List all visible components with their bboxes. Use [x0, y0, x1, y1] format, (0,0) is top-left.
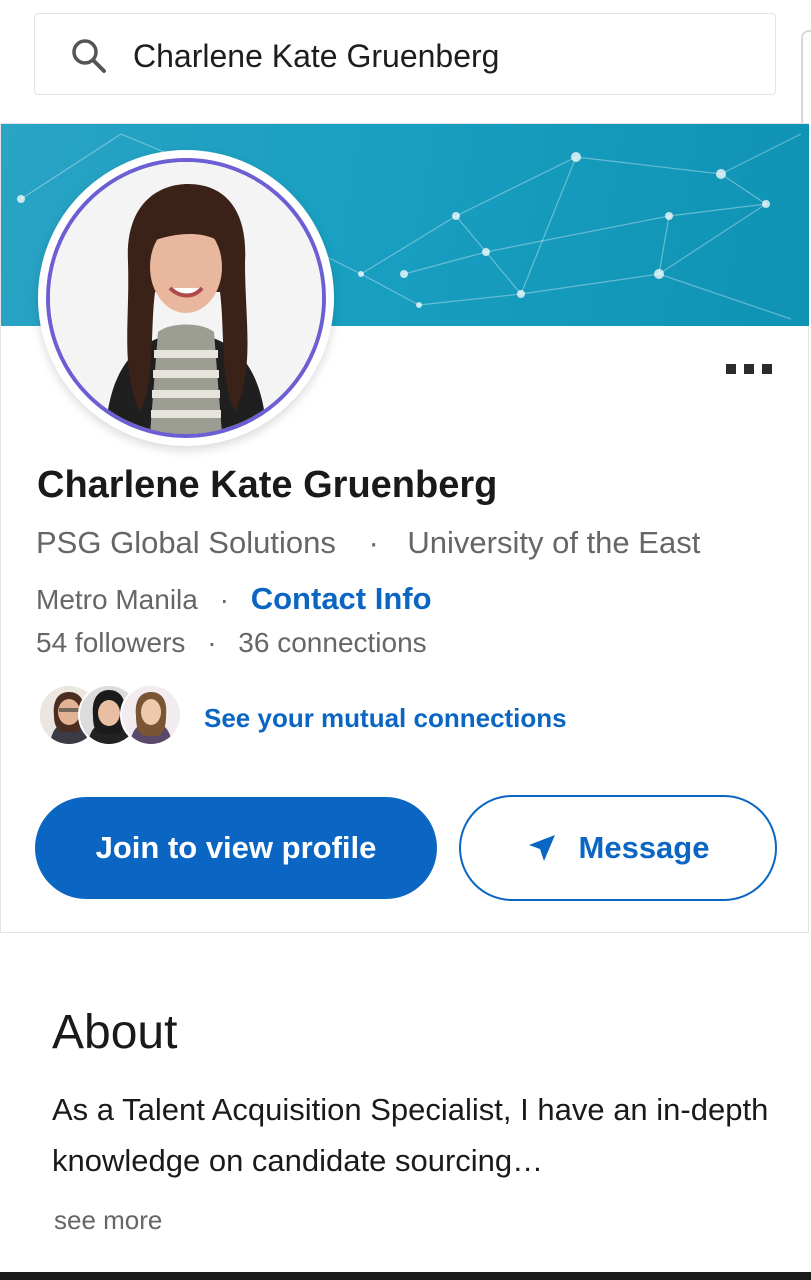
message-button-label: Message: [578, 830, 710, 865]
more-options-icon[interactable]: [726, 363, 772, 375]
profile-photo[interactable]: [38, 150, 334, 446]
headline-line: PSG Global Solutions · University of the…: [36, 523, 700, 563]
mutual-avatar: [120, 684, 182, 746]
join-to-view-profile-button[interactable]: Join to view profile: [35, 797, 437, 899]
separator: ·: [219, 584, 229, 615]
separator: ·: [368, 525, 379, 560]
separator: ·: [207, 627, 217, 658]
company-name[interactable]: PSG Global Solutions: [36, 525, 336, 560]
search-bar[interactable]: Charlene Kate Gruenberg: [34, 13, 776, 95]
profile-name: Charlene Kate Gruenberg: [37, 464, 498, 506]
join-button-label: Join to view profile: [95, 830, 377, 865]
followers-count: 54 followers: [36, 627, 186, 658]
location: Metro Manila: [36, 584, 198, 615]
see-more-link[interactable]: see more: [54, 1202, 162, 1238]
bottom-edge: [0, 1272, 811, 1280]
about-heading: About: [52, 1006, 178, 1059]
scroll-edge: [801, 30, 811, 127]
search-icon: [72, 39, 106, 73]
connections-count: 36 connections: [238, 627, 427, 658]
message-button[interactable]: Message: [459, 795, 777, 901]
send-icon: [528, 835, 555, 861]
avatar: [46, 158, 326, 438]
school-name[interactable]: University of the East: [407, 525, 700, 560]
see-mutual-connections-link[interactable]: See your mutual connections: [204, 700, 567, 736]
mutual-connections-avatars[interactable]: [38, 684, 188, 750]
search-input[interactable]: Charlene Kate Gruenberg: [133, 36, 499, 76]
location-line: Metro Manila · Contact Info: [36, 579, 432, 620]
avatar-portrait: [50, 162, 322, 434]
contact-info-link[interactable]: Contact Info: [251, 581, 432, 616]
about-text: As a Talent Acquisition Specialist, I ha…: [52, 1092, 769, 1178]
network-stats: 54 followers · 36 connections: [36, 623, 427, 663]
